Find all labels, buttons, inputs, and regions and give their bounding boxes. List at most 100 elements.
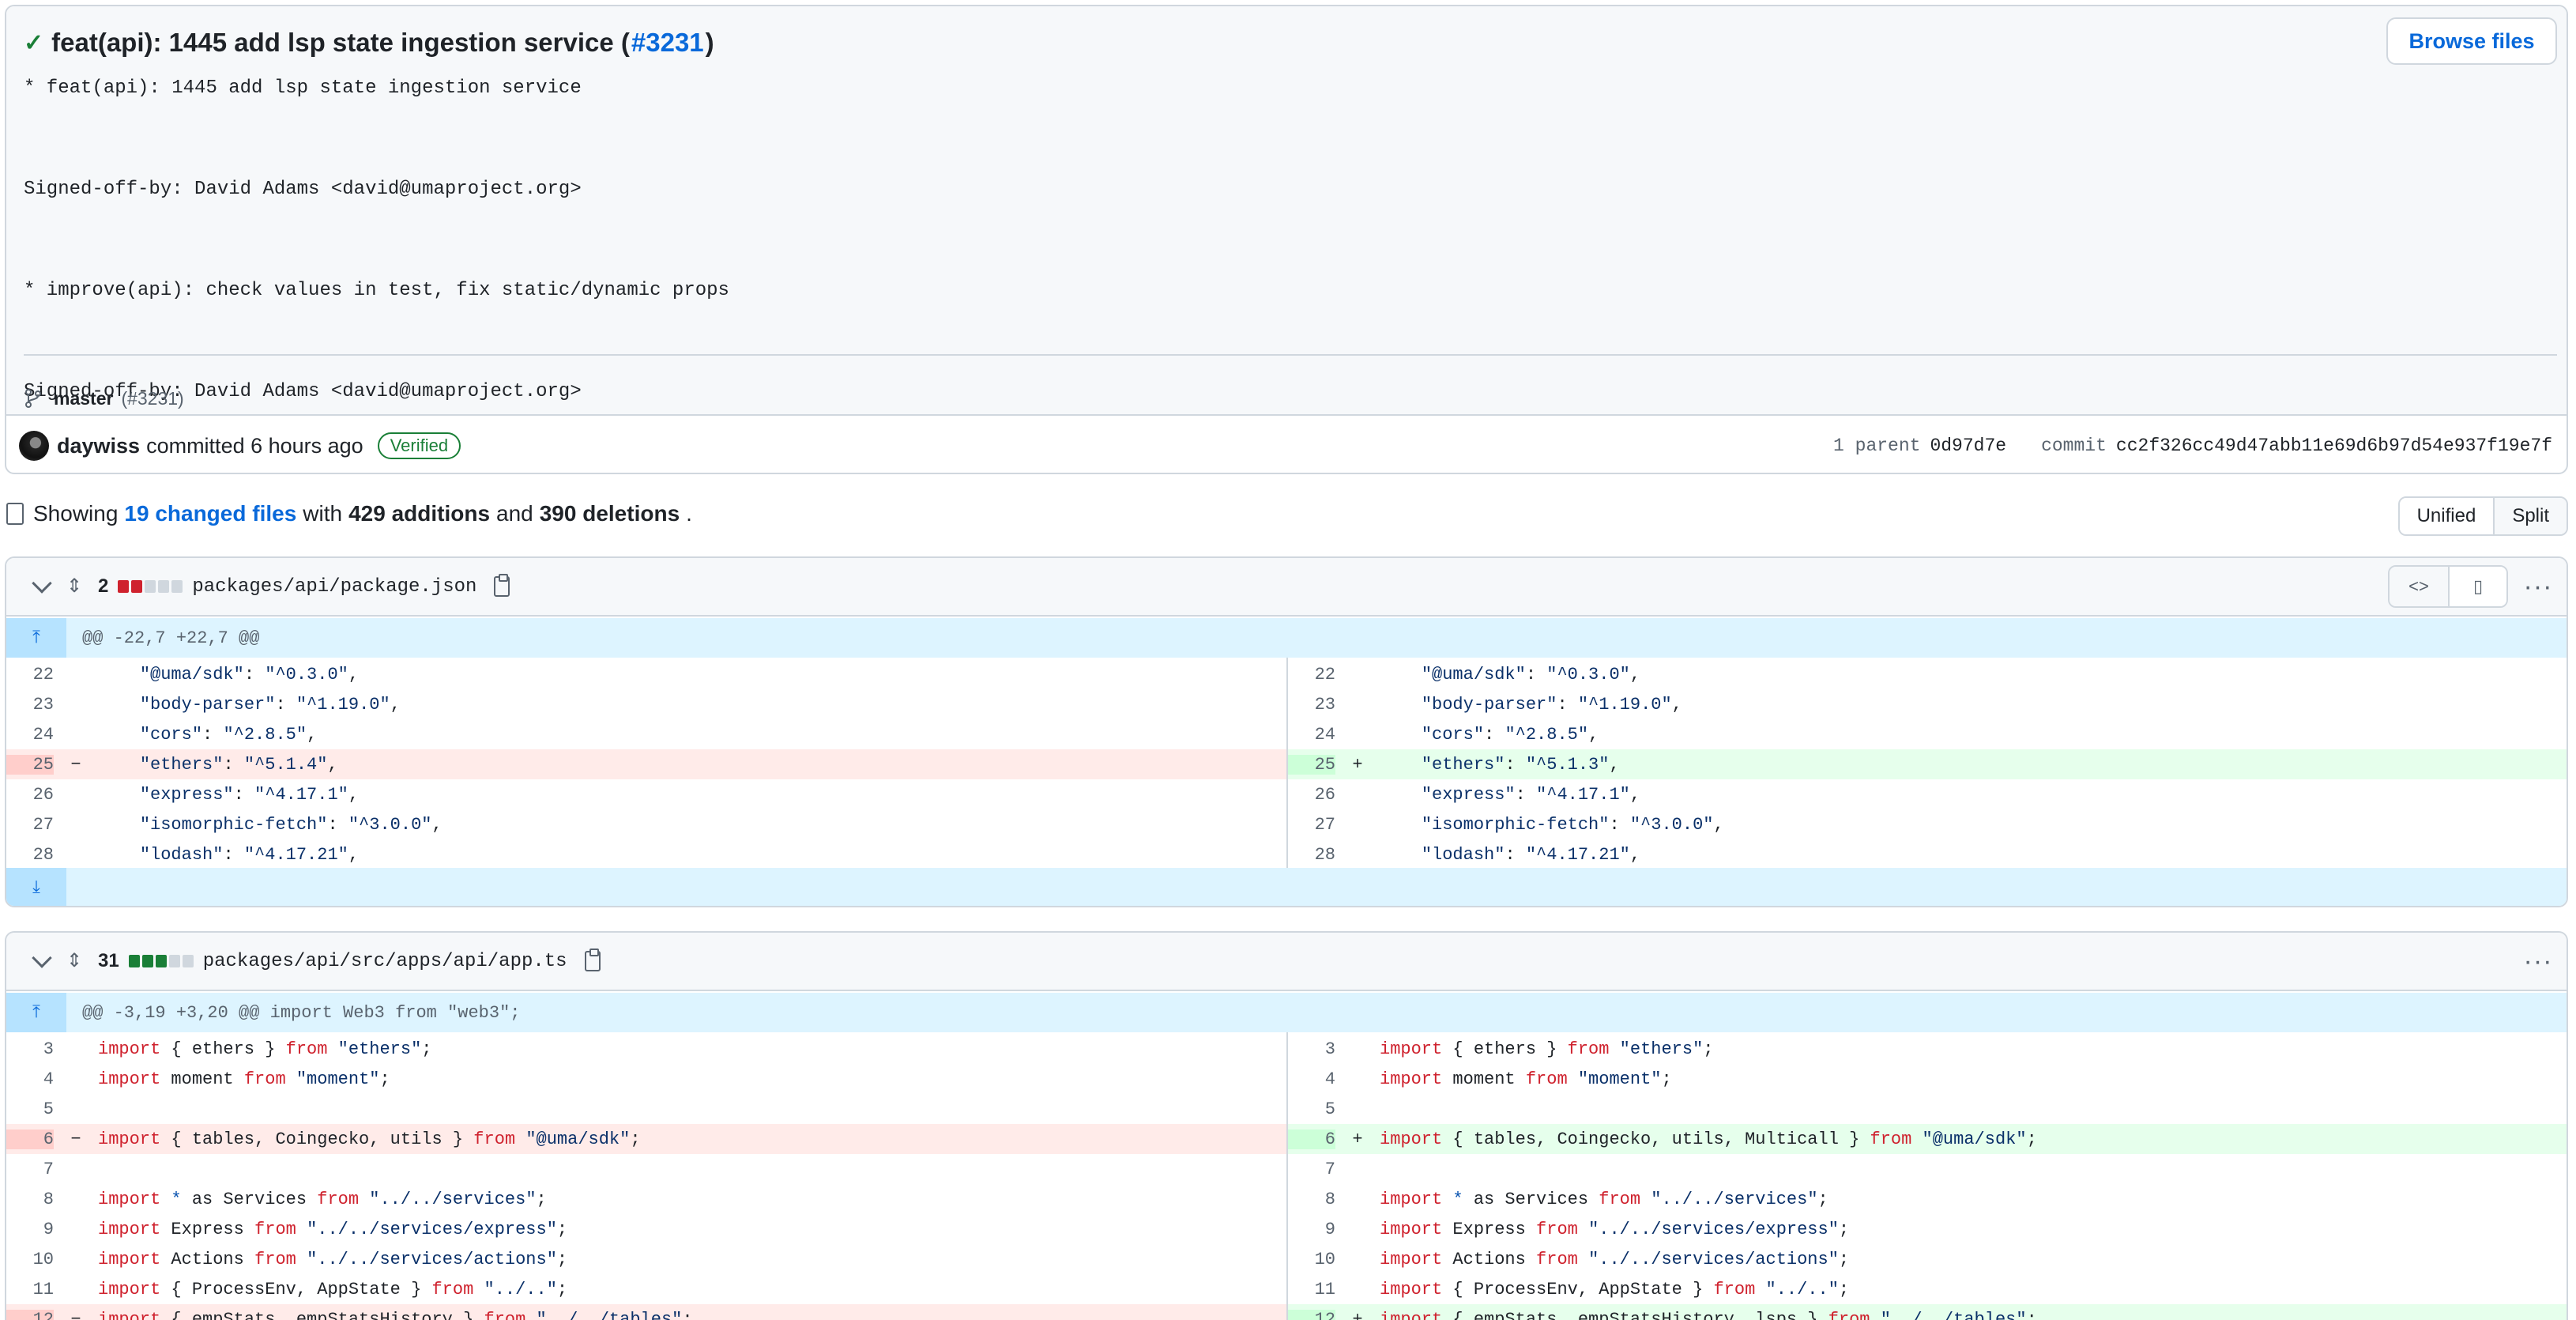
expand-up-icon[interactable]: ⤒ (6, 993, 66, 1032)
diff-sign (1335, 785, 1380, 805)
diffstat-block (171, 580, 183, 593)
line-number[interactable]: 8 (1288, 1190, 1335, 1209)
branch-pr[interactable]: (#3231) (121, 388, 183, 409)
pr-link[interactable]: #3231 (631, 28, 704, 58)
commit-box: ✓ feat(api): 1445 add lsp state ingestio… (5, 5, 2568, 474)
line-number[interactable]: 4 (1288, 1069, 1335, 1089)
copy-icon[interactable] (494, 574, 510, 597)
changed-files-link[interactable]: 19 changed files (124, 501, 296, 526)
unified-button[interactable]: Unified (2399, 498, 2494, 534)
file-view-icon[interactable]: ▯ (2448, 567, 2506, 606)
code-view-icon[interactable]: <> (2390, 567, 2448, 606)
diff-sign (1335, 815, 1380, 835)
line-number[interactable]: 12 (6, 1309, 54, 1320)
line-number[interactable]: 28 (6, 845, 54, 865)
line-number[interactable]: 25 (6, 754, 54, 775)
line-number[interactable]: 27 (1288, 815, 1335, 835)
line-number[interactable]: 23 (1288, 695, 1335, 715)
line-number[interactable]: 22 (6, 665, 54, 685)
line-number[interactable]: 23 (6, 695, 54, 715)
line-number[interactable]: 9 (6, 1220, 54, 1239)
code-text: import { empStats, empStatsHistory } fro… (98, 1309, 693, 1320)
code-line: 23 "body-parser": "^1.19.0", (1288, 689, 2567, 719)
line-number[interactable]: 24 (1288, 725, 1335, 745)
code-line: 4 import moment from "moment"; (1288, 1064, 2567, 1094)
line-number[interactable]: 24 (6, 725, 54, 745)
author-name[interactable]: daywiss (57, 434, 140, 458)
line-number[interactable]: 28 (1288, 845, 1335, 865)
code-line: 8 import * as Services from "../../servi… (1288, 1184, 2567, 1214)
line-number[interactable]: 11 (1288, 1280, 1335, 1299)
line-number[interactable]: 10 (1288, 1250, 1335, 1269)
branch-name[interactable]: master (54, 388, 113, 409)
expand-icon[interactable]: ⇕ (66, 949, 85, 973)
diffstat-bars (128, 955, 194, 967)
hunk-range: @@ -3,19 +3,20 @@ import Web3 from "web3… (82, 1002, 521, 1023)
line-number[interactable]: 22 (1288, 665, 1335, 685)
line-number[interactable]: 26 (6, 785, 54, 805)
diffstat-block (128, 955, 140, 967)
line-number[interactable]: 25 (1288, 754, 1335, 775)
code-line: 11 import { ProcessEnv, AppState } from … (6, 1274, 1286, 1304)
browse-files-button[interactable]: Browse files (2386, 17, 2557, 65)
line-number[interactable]: 26 (1288, 785, 1335, 805)
divider (24, 354, 2557, 356)
diff-sign (54, 845, 98, 865)
code-line: 28 "lodash": "^4.17.21", (6, 839, 1286, 869)
line-number[interactable]: 5 (1288, 1099, 1335, 1119)
verified-badge[interactable]: Verified (377, 432, 461, 459)
line-number[interactable]: 7 (1288, 1160, 1335, 1179)
change-count: 2 (98, 575, 109, 597)
copy-icon[interactable] (584, 949, 601, 971)
line-number[interactable]: 6 (1288, 1129, 1335, 1149)
expand-down-icon[interactable]: ⤓ (6, 868, 66, 906)
file-actions: ··· (2518, 941, 2559, 982)
code-line: 5 (6, 1094, 1286, 1124)
line-number[interactable]: 12 (1288, 1309, 1335, 1320)
line-number[interactable]: 4 (6, 1069, 54, 1089)
line-number[interactable]: 9 (1288, 1220, 1335, 1239)
line-number[interactable]: 27 (6, 815, 54, 835)
code-text: "ethers": "^5.1.3", (1421, 754, 1620, 775)
code-text: "ethers": "^5.1.4", (139, 754, 338, 775)
code-text: "lodash": "^4.17.21", (139, 844, 360, 865)
diff-sign (54, 665, 98, 685)
diff-sign (54, 1039, 98, 1059)
added-line: 6 + import { tables, Coingecko, utils, Mul… (1288, 1124, 2567, 1154)
diff-sign: − (70, 1129, 81, 1149)
line-number[interactable]: 3 (1288, 1039, 1335, 1059)
avatar[interactable] (19, 431, 49, 461)
diff-sign (1335, 1250, 1380, 1269)
more-options-icon[interactable]: ··· (2518, 571, 2559, 602)
diff-sign: + (1352, 1309, 1363, 1320)
chevron-down-icon[interactable] (32, 573, 52, 594)
code-line: 11 import { ProcessEnv, AppState } from … (1288, 1274, 2567, 1304)
line-number[interactable]: 6 (6, 1129, 54, 1149)
expand-icon[interactable]: ⇕ (66, 575, 85, 598)
line-number[interactable]: 7 (6, 1160, 54, 1179)
split-button[interactable]: Split (2493, 498, 2567, 534)
diffstat-block (145, 580, 156, 593)
diff-sign (54, 725, 98, 745)
line-number[interactable]: 5 (6, 1099, 54, 1119)
diff-sign (54, 1069, 98, 1089)
parent-label: 1 parent (1833, 436, 1921, 456)
line-number[interactable]: 11 (6, 1280, 54, 1299)
expand-up-icon[interactable]: ⤒ (6, 618, 66, 658)
parent-sha[interactable]: 0d97d7e (1930, 436, 2006, 456)
more-options-icon[interactable]: ··· (2518, 946, 2559, 977)
chevron-down-icon[interactable] (32, 948, 52, 968)
code-line: 9 import Express from "../../services/ex… (6, 1214, 1286, 1244)
file-path[interactable]: packages/api/package.json (192, 576, 476, 598)
code-line: 28 "lodash": "^4.17.21", (1288, 839, 2567, 869)
code-text: "isomorphic-fetch": "^3.0.0", (139, 814, 443, 835)
summary-with: with (303, 501, 343, 526)
line-number[interactable]: 8 (6, 1190, 54, 1209)
line-number[interactable]: 3 (6, 1039, 54, 1059)
file-path[interactable]: packages/api/src/apps/api/app.ts (203, 951, 567, 972)
line-number[interactable]: 10 (6, 1250, 54, 1269)
code-line: 10 import Actions from "../../services/a… (1288, 1244, 2567, 1274)
code-line: 7 (6, 1154, 1286, 1184)
code-line: 26 "express": "^4.17.1", (6, 779, 1286, 809)
hunk-header: ⤒ @@ -22,7 +22,7 @@ (6, 618, 2567, 658)
